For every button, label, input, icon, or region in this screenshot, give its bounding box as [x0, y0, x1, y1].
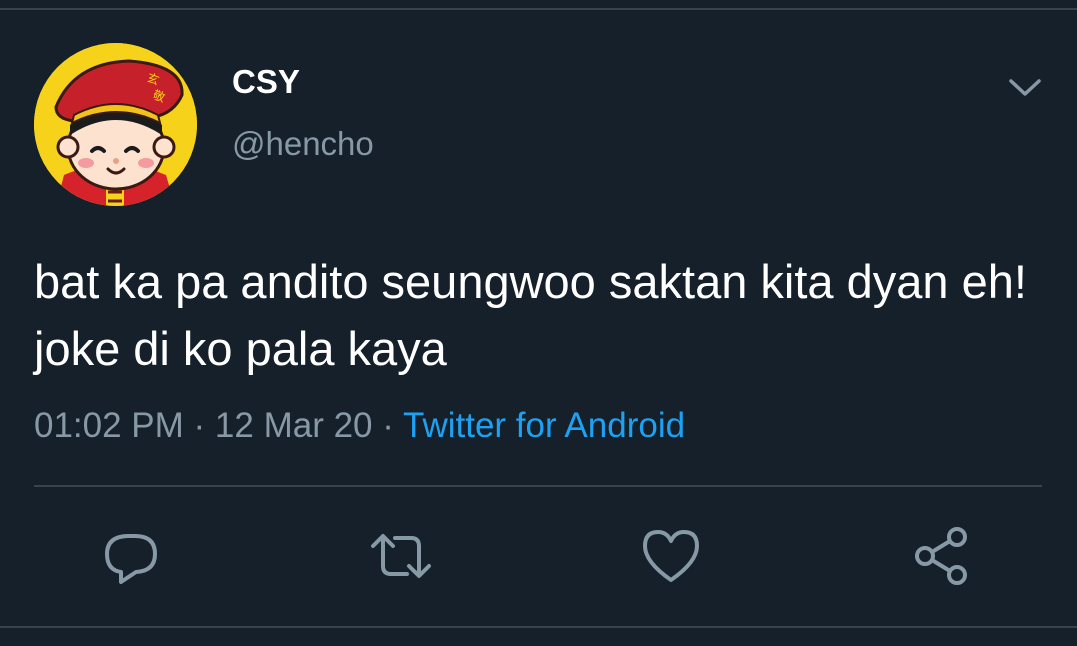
tweet-source-link[interactable]: Twitter for Android — [403, 406, 685, 445]
reply-button[interactable] — [99, 524, 163, 588]
retweet-button[interactable] — [369, 524, 433, 588]
tweet-date: 12 Mar 20 — [214, 406, 373, 445]
meta-separator: · — [183, 406, 215, 445]
cartoon-chef-avatar-icon: 玄 敬 — [34, 43, 197, 206]
reply-icon — [105, 534, 157, 584]
like-button[interactable] — [639, 524, 703, 588]
chevron-down-icon — [1009, 79, 1041, 96]
actions-divider — [34, 485, 1042, 487]
bottom-divider — [0, 626, 1077, 628]
top-divider — [0, 8, 1077, 10]
tweet-metadata: 01:02 PM · 12 Mar 20 · Twitter for Andro… — [34, 404, 685, 448]
avatar[interactable]: 玄 敬 — [34, 43, 197, 206]
meta-separator: · — [372, 406, 403, 445]
author-display-name[interactable]: CSY — [232, 62, 300, 102]
more-options-button[interactable] — [1006, 72, 1044, 102]
author-handle[interactable]: @hencho — [232, 124, 374, 164]
tweet-text: bat ka pa andito seungwoo saktan kita dy… — [34, 255, 1027, 375]
retweet-icon — [371, 534, 431, 578]
heart-icon — [643, 530, 699, 582]
share-icon — [915, 527, 967, 585]
share-button[interactable] — [909, 524, 973, 588]
tweet-time: 01:02 PM — [34, 406, 184, 445]
